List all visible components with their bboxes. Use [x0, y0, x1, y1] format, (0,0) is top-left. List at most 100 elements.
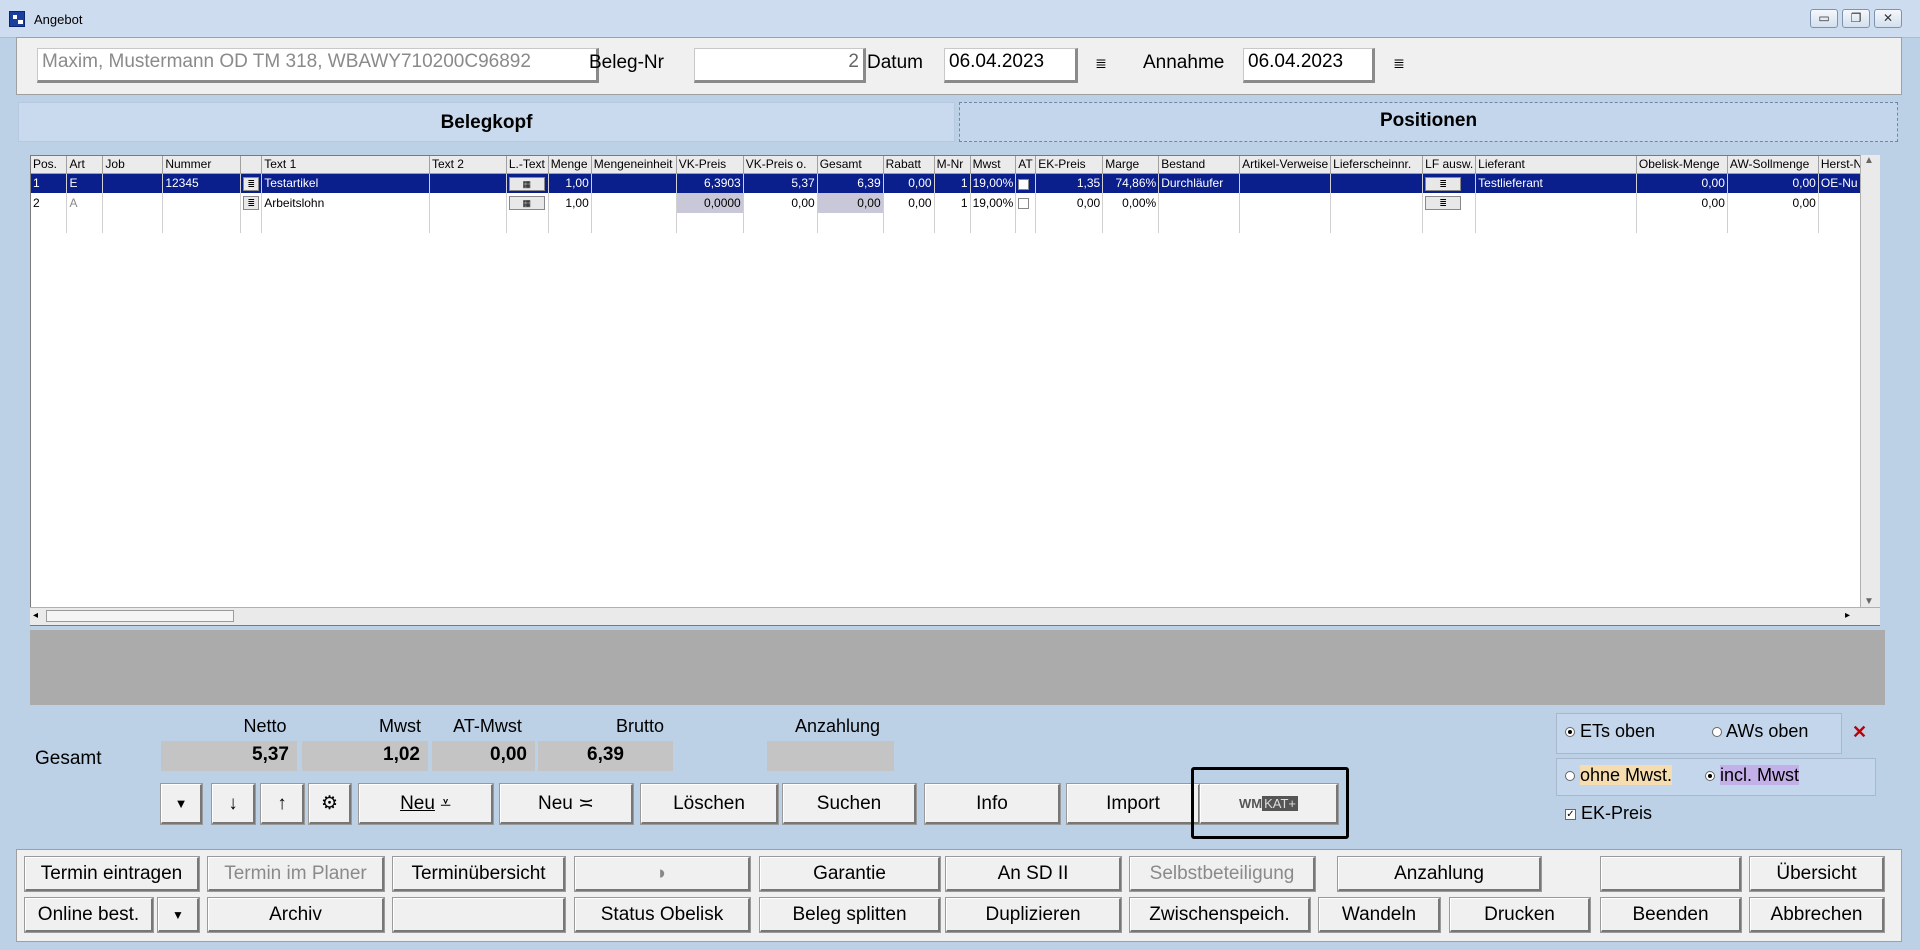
beleg-splitten-button[interactable]: Beleg splitten [760, 898, 940, 932]
grid-col-header[interactable]: Lieferscheinnr. [1330, 156, 1424, 174]
uebersicht-button[interactable]: Übersicht [1750, 857, 1884, 891]
grid-col-header[interactable]: VK-Preis o. [743, 156, 818, 174]
text-select-icon[interactable]: ≣ [243, 196, 260, 211]
horizontal-scroll-thumb[interactable] [46, 610, 234, 622]
terminuebersicht-button[interactable]: Terminübersicht [393, 857, 565, 891]
grid-col-header[interactable]: Menge [548, 156, 592, 174]
grid-col-header[interactable]: Gesamt [817, 156, 884, 174]
table-cell[interactable] [1239, 173, 1332, 193]
lieferant-select-icon[interactable]: ≣ [1425, 196, 1462, 211]
garantie-button[interactable]: Garantie [760, 857, 940, 891]
empty-button-2[interactable] [393, 898, 565, 932]
ets-oben-radio[interactable]: ETs oben [1565, 721, 1655, 742]
grid-col-header[interactable]: Marge [1102, 156, 1160, 174]
grid-col-header[interactable]: Lieferant [1475, 156, 1637, 174]
an-sd-ii-button[interactable]: An SD II [946, 857, 1121, 891]
grid-col-header[interactable]: Text 2 [429, 156, 507, 174]
table-cell[interactable]: 19,00% [970, 173, 1017, 193]
grid-col-header[interactable]: Artikel-Verweise [1239, 156, 1332, 174]
table-cell[interactable] [1330, 193, 1424, 213]
table-cell[interactable]: 0,00 [883, 193, 935, 213]
table-cell[interactable]: ▦ [506, 173, 549, 193]
table-cell[interactable]: 1,35 [1035, 173, 1104, 193]
table-row[interactable]: 2 A ≣ Arbeitslohn ▦ 1,00 0,0000 0,00 0,00 0,00 1 19… [31, 193, 1879, 213]
table-cell[interactable]: ≣ [1422, 173, 1477, 193]
table-cell[interactable] [1015, 193, 1037, 213]
grid-col-header[interactable]: AT [1015, 156, 1037, 174]
table-cell[interactable]: 1 [934, 173, 971, 193]
close-options-icon[interactable]: ✕ [1852, 722, 1867, 743]
table-cell[interactable]: Testlieferant [1475, 173, 1637, 193]
table-cell[interactable] [591, 173, 677, 193]
table-cell[interactable]: 1 [31, 173, 68, 193]
neu-insert-button[interactable]: Neu ≍ [500, 784, 633, 824]
table-row[interactable]: 1 E 12345 ≣ Testartikel ▦ 1,00 6,3903 5,37 6,39 0,… [31, 173, 1879, 193]
grid-col-header[interactable]: LF ausw. [1422, 156, 1477, 174]
table-cell[interactable]: 0,00 [883, 173, 935, 193]
table-cell[interactable]: 0,00 [1035, 193, 1104, 213]
grid-col-header[interactable]: Job [102, 156, 164, 174]
grid-col-header[interactable]: Text 1 [261, 156, 430, 174]
table-cell[interactable] [1239, 193, 1332, 213]
table-cell[interactable]: ≣ [1422, 193, 1477, 213]
table-cell[interactable]: 6,39 [817, 173, 884, 193]
grid-col-header[interactable]: Mwst [970, 156, 1017, 174]
table-cell[interactable]: 6,3903 [676, 173, 744, 193]
table-cell[interactable] [102, 193, 164, 213]
grid-col-header[interactable]: M-Nr [934, 156, 971, 174]
beenden-button[interactable]: Beenden [1601, 898, 1741, 932]
move-down-button[interactable]: ↓ [212, 784, 255, 824]
table-cell[interactable] [162, 193, 242, 213]
datum-calendar-icon[interactable]: ≣ [1094, 56, 1108, 70]
table-cell[interactable]: Durchläufer [1158, 173, 1241, 193]
grid-col-header[interactable]: Rabatt [883, 156, 935, 174]
table-cell[interactable]: ▦ [506, 193, 549, 213]
table-cell[interactable]: 2 [31, 193, 68, 213]
table-cell[interactable] [429, 173, 507, 193]
aws-oben-radio[interactable]: AWs oben [1712, 721, 1808, 742]
grid-col-header[interactable]: AW-Sollmenge [1727, 156, 1819, 174]
long-text-icon[interactable]: ▦ [508, 196, 545, 211]
table-cell[interactable]: Arbeitslohn [261, 193, 430, 213]
suchen-button[interactable]: Suchen [783, 784, 916, 824]
annahme-calendar-icon[interactable]: ≣ [1392, 56, 1406, 70]
loeschen-button[interactable]: Löschen [641, 784, 778, 824]
termin-im-planer-button[interactable]: Termin im Planer [208, 857, 384, 891]
table-cell[interactable]: A [66, 193, 104, 213]
table-cell[interactable]: 0,00 [1727, 193, 1819, 213]
table-cell[interactable]: 19,00% [970, 193, 1017, 213]
minimize-button[interactable]: ▭ [1810, 9, 1838, 28]
duplizieren-button[interactable]: Duplizieren [946, 898, 1121, 932]
text-select-icon[interactable]: ≣ [243, 176, 260, 191]
table-cell[interactable]: 1 [934, 193, 971, 213]
move-up-button[interactable]: ↑ [261, 784, 304, 824]
grid-col-header[interactable]: L.-Text [506, 156, 549, 174]
grid-col-header[interactable] [240, 156, 263, 174]
abbrechen-button[interactable]: Abbrechen [1750, 898, 1884, 932]
beleg-nr-field[interactable]: 2 [694, 48, 866, 83]
customer-field[interactable]: Maxim, Mustermann OD TM 318, WBAWY710200… [37, 48, 599, 83]
archiv-button[interactable]: Archiv [208, 898, 384, 932]
table-cell[interactable]: Testartikel [261, 173, 430, 193]
at-checkbox[interactable] [1018, 178, 1030, 190]
scroll-right-icon[interactable]: ▸ [1845, 610, 1850, 621]
grid-col-header[interactable]: Art [66, 156, 104, 174]
ek-preis-checkbox[interactable]: ✓ EK-Preis [1565, 803, 1652, 824]
selbstbeteiligung-button[interactable]: Selbstbeteiligung [1130, 857, 1315, 891]
table-cell[interactable] [102, 173, 164, 193]
online-best-button[interactable]: Online best. [25, 898, 153, 932]
incl-mwst-radio[interactable]: incl. Mwst [1705, 765, 1800, 786]
table-cell[interactable] [1330, 173, 1424, 193]
table-cell[interactable] [1475, 193, 1637, 213]
status-obelisk-button[interactable]: Status Obelisk [575, 898, 750, 932]
grid-col-header[interactable]: Obelisk-Menge [1636, 156, 1728, 174]
grid-col-header[interactable]: Bestand [1158, 156, 1241, 174]
wmkat-button[interactable]: WM KAT+ [1200, 784, 1338, 824]
at-checkbox[interactable] [1018, 198, 1030, 210]
vertical-scrollbar[interactable]: ▲ ▼ [1860, 155, 1880, 607]
online-best-dropdown-button[interactable]: ▼ [158, 898, 199, 932]
ohne-mwst-radio[interactable]: ohne Mwst. [1565, 765, 1673, 786]
table-cell[interactable]: 0,00 [1727, 173, 1819, 193]
scroll-up-icon[interactable]: ▲ [1864, 155, 1874, 166]
table-cell[interactable] [429, 193, 507, 213]
